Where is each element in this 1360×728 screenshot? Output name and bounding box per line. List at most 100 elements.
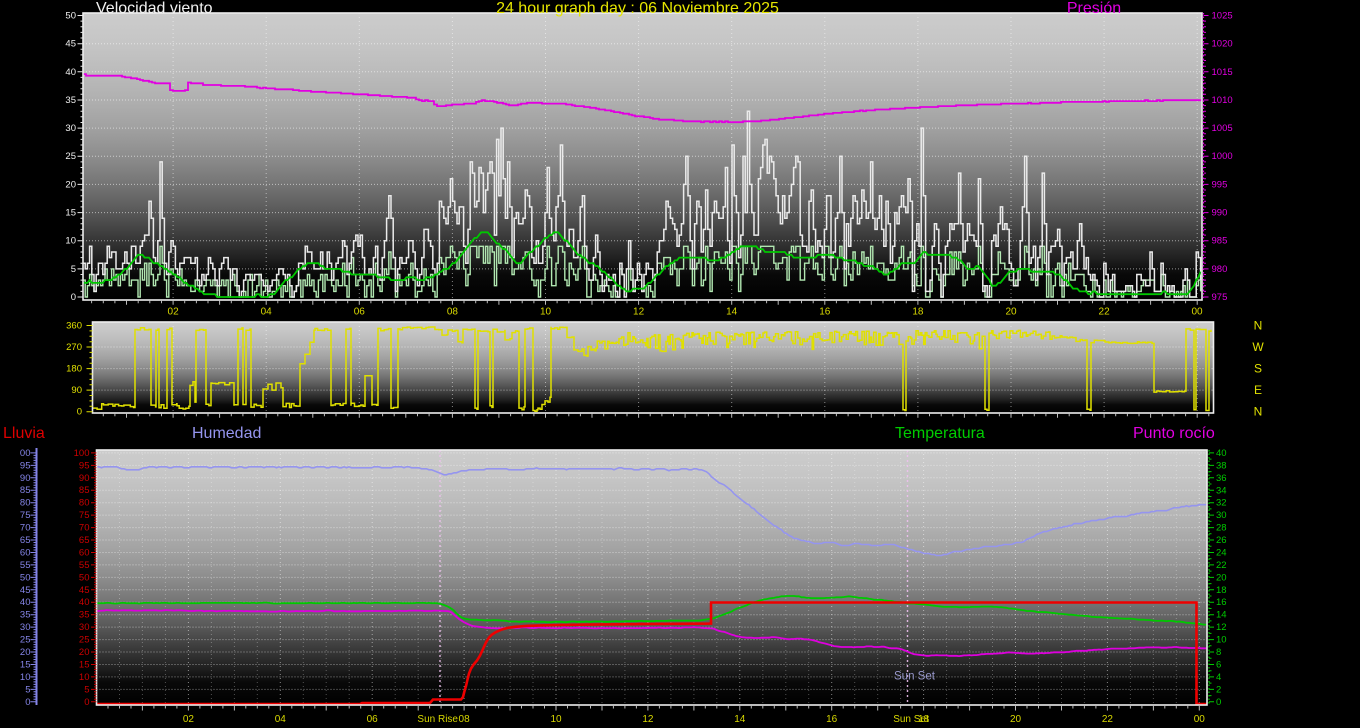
svg-text:E: E [1254, 383, 1262, 397]
svg-text:24: 24 [1216, 548, 1227, 559]
svg-text:980: 980 [1212, 264, 1228, 275]
svg-text:Sun Rise: Sun Rise [417, 714, 458, 725]
svg-text:40: 40 [1216, 448, 1227, 459]
svg-text:50: 50 [65, 11, 76, 22]
svg-text:4: 4 [1216, 672, 1221, 683]
svg-text:20: 20 [20, 647, 31, 658]
svg-text:Punto rocío: Punto rocío [1133, 425, 1215, 442]
svg-text:50: 50 [79, 572, 90, 583]
svg-text:25: 25 [65, 151, 76, 162]
svg-text:5: 5 [71, 264, 76, 275]
svg-text:14: 14 [1216, 610, 1227, 621]
svg-text:80: 80 [79, 498, 90, 509]
svg-text:55: 55 [20, 560, 31, 571]
svg-text:00: 00 [20, 448, 31, 459]
svg-text:22: 22 [1102, 714, 1114, 725]
svg-text:50: 50 [20, 572, 31, 583]
svg-text:20: 20 [1010, 714, 1022, 725]
svg-text:35: 35 [79, 610, 90, 621]
svg-text:28: 28 [1216, 523, 1227, 534]
svg-text:0: 0 [71, 292, 76, 303]
svg-text:0: 0 [77, 407, 82, 418]
svg-text:45: 45 [20, 585, 31, 596]
svg-text:34: 34 [1216, 485, 1227, 496]
svg-text:10: 10 [1216, 635, 1227, 646]
svg-text:40: 40 [20, 597, 31, 608]
svg-text:6: 6 [1216, 660, 1221, 671]
svg-text:35: 35 [65, 95, 76, 106]
svg-text:26: 26 [1216, 535, 1227, 546]
svg-text:1025: 1025 [1212, 11, 1233, 22]
svg-text:100: 100 [74, 448, 90, 459]
svg-text:10: 10 [550, 714, 562, 725]
svg-text:Sun Set: Sun Set [894, 671, 936, 683]
svg-text:Sun Set: Sun Set [893, 714, 929, 725]
svg-text:32: 32 [1216, 498, 1227, 509]
svg-text:08: 08 [447, 307, 459, 318]
svg-text:Humedad: Humedad [192, 425, 261, 442]
svg-text:75: 75 [79, 510, 90, 521]
svg-text:2: 2 [1216, 684, 1221, 695]
svg-text:20: 20 [1005, 307, 1017, 318]
svg-text:12: 12 [1216, 622, 1227, 633]
svg-text:270: 270 [66, 342, 82, 353]
svg-text:06: 06 [367, 714, 379, 725]
svg-text:10: 10 [540, 307, 552, 318]
svg-text:90: 90 [71, 385, 82, 396]
svg-text:180: 180 [66, 364, 82, 375]
svg-text:02: 02 [183, 714, 195, 725]
svg-text:60: 60 [79, 548, 90, 559]
svg-text:85: 85 [20, 485, 31, 496]
svg-text:14: 14 [726, 307, 738, 318]
svg-text:24 hour graph day : 06 Noviemb: 24 hour graph day : 06 Noviembre 2025 [496, 0, 779, 17]
svg-text:65: 65 [20, 535, 31, 546]
svg-text:985: 985 [1212, 236, 1228, 247]
svg-text:20: 20 [65, 179, 76, 190]
svg-text:W: W [1252, 340, 1264, 354]
svg-text:30: 30 [1216, 510, 1227, 521]
svg-text:990: 990 [1212, 208, 1228, 219]
svg-text:45: 45 [65, 39, 76, 50]
svg-text:95: 95 [79, 460, 90, 471]
svg-text:14: 14 [734, 714, 746, 725]
svg-text:Presión: Presión [1067, 0, 1121, 17]
svg-text:60: 60 [20, 548, 31, 559]
svg-text:1000: 1000 [1212, 151, 1233, 162]
svg-text:12: 12 [642, 714, 654, 725]
svg-text:30: 30 [79, 622, 90, 633]
svg-text:1020: 1020 [1212, 39, 1233, 50]
svg-text:Temperatura: Temperatura [895, 425, 985, 442]
svg-text:00: 00 [1191, 307, 1203, 318]
svg-text:20: 20 [1216, 572, 1227, 583]
svg-text:16: 16 [819, 307, 831, 318]
svg-text:S: S [1254, 362, 1262, 376]
svg-text:995: 995 [1212, 179, 1228, 190]
svg-text:10: 10 [20, 672, 31, 683]
svg-text:30: 30 [65, 123, 76, 134]
svg-text:02: 02 [168, 307, 180, 318]
svg-text:12: 12 [633, 307, 645, 318]
svg-text:Lluvia: Lluvia [3, 425, 45, 442]
svg-text:0: 0 [25, 697, 30, 708]
svg-text:40: 40 [79, 597, 90, 608]
svg-text:25: 25 [79, 635, 90, 646]
svg-text:75: 75 [20, 510, 31, 521]
svg-text:360: 360 [66, 321, 82, 332]
svg-text:04: 04 [275, 714, 287, 725]
svg-text:22: 22 [1216, 560, 1227, 571]
svg-text:N: N [1254, 319, 1263, 333]
svg-text:25: 25 [20, 635, 31, 646]
svg-text:85: 85 [79, 485, 90, 496]
svg-text:90: 90 [79, 473, 90, 484]
svg-text:06: 06 [354, 307, 366, 318]
svg-text:35: 35 [20, 610, 31, 621]
svg-text:95: 95 [20, 460, 31, 471]
svg-text:20: 20 [79, 647, 90, 658]
svg-text:36: 36 [1216, 473, 1227, 484]
svg-text:55: 55 [79, 560, 90, 571]
svg-text:70: 70 [79, 523, 90, 534]
svg-text:Velocidad viento: Velocidad viento [96, 0, 213, 17]
svg-text:975: 975 [1212, 292, 1228, 303]
svg-text:1010: 1010 [1212, 95, 1233, 106]
svg-text:8: 8 [1216, 647, 1221, 658]
